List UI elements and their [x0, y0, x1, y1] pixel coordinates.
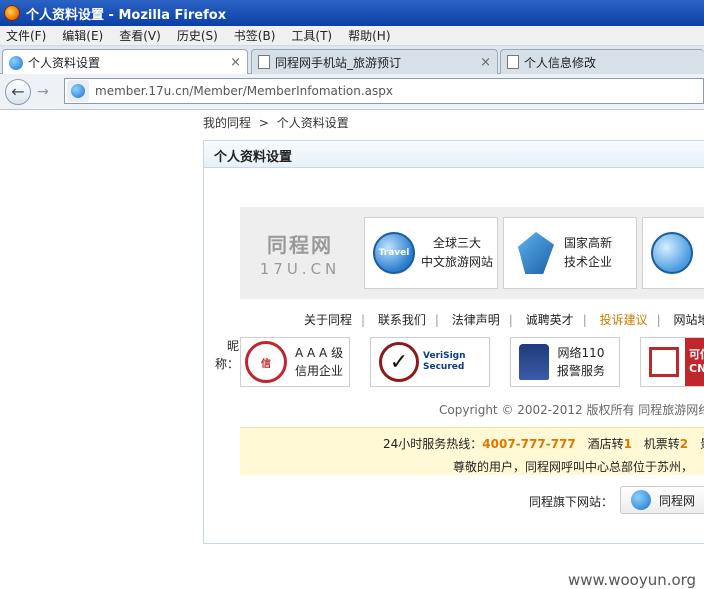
sister-site-button[interactable]: 同程网	[620, 486, 704, 514]
footer-links: 关于同程| 联系我们| 法律声明| 诚聘英才| 投诉建议| 网站地图	[304, 311, 704, 328]
sister-site-label: 同程网	[659, 493, 696, 508]
seal-line2: 信用企业	[295, 364, 344, 378]
badge-line2: 中文旅游网站	[421, 255, 494, 269]
copyright-text: Copyright © 2002-2012 版权所有 同程旅游网络科	[439, 403, 704, 417]
verisign-label1: VeriSign	[423, 351, 466, 361]
tab-strip: 个人资料设置 × 同程网手机站_旅游预订 × 个人信息修改	[0, 46, 704, 75]
menu-tools[interactable]: 工具(T)	[291, 27, 332, 44]
verisign-label2: Secured	[423, 362, 465, 372]
blank-page-icon	[507, 55, 519, 69]
url-bar[interactable]: member.17u.cn/Member/MemberInfomation.as…	[64, 78, 704, 104]
badge-global-top3[interactable]: Travel 全球三大 中文旅游网站	[364, 217, 498, 289]
hotline-row: 24小时服务热线：4007-777-777 酒店转1 机票转2 景点	[383, 435, 704, 452]
cnnic-text: 可信 CNN	[685, 338, 704, 386]
logo-domain: 17U.CN	[259, 259, 341, 278]
tab-close-icon[interactable]: ×	[480, 55, 491, 70]
scenic-label: 景点	[700, 437, 704, 451]
badge-line2: 技术企业	[564, 255, 613, 269]
verisign-check-icon: ✓	[379, 342, 419, 382]
seal-cnnic[interactable]: 可信 CNN	[640, 337, 704, 387]
badge-line1: 国家高新	[564, 236, 613, 250]
menu-bar: 文件(F) 编辑(E) 查看(V) 历史(S) 书签(B) 工具(T) 帮助(H…	[0, 26, 704, 46]
hotline-label: 24小时服务热线：	[383, 437, 483, 451]
nickname-label-1: 昵	[227, 339, 240, 353]
ly-favicon-icon	[9, 55, 23, 70]
window-title: 个人资料设置 - Mozilla Firefox	[26, 7, 227, 23]
url-text: member.17u.cn/Member/MemberInfomation.as…	[95, 84, 393, 98]
link-contact[interactable]: 联系我们	[378, 313, 426, 327]
menu-bookmarks[interactable]: 书签(B)	[234, 27, 276, 44]
cnnic-line2: CNN	[689, 362, 704, 375]
breadcrumb-home[interactable]: 我的同程	[203, 116, 251, 130]
ly-site-icon	[631, 490, 651, 510]
cnnic-line1: 可信	[689, 348, 704, 361]
blank-page-icon	[258, 55, 270, 69]
trust-badges-band: 同程网 17U.CN Travel 全球三大 中文旅游网站 国家高新 技术企业	[240, 207, 704, 299]
nickname-label: 昵 称：	[215, 337, 240, 373]
link-about[interactable]: 关于同程	[304, 313, 352, 327]
hotline-number: 4007-777-777	[482, 437, 576, 451]
travel-globe-icon: Travel	[373, 232, 415, 274]
seal-line2: 报警服务	[557, 364, 606, 378]
profile-panel: 个人资料设置 同程网 17U.CN Travel 全球三大 中文旅游网站 国家高…	[203, 140, 704, 544]
logo-name: 同程网	[267, 232, 333, 257]
site-identity-icon[interactable]	[67, 80, 89, 102]
window-titlebar: 个人资料设置 - Mozilla Firefox	[0, 0, 704, 26]
seal-police-110[interactable]: 网络110 报警服务	[510, 337, 620, 387]
cnnic-icon	[649, 347, 679, 377]
link-legal[interactable]: 法律声明	[452, 313, 500, 327]
flight-ext: 2	[679, 437, 689, 451]
police-icon	[519, 344, 549, 380]
tab-close-icon[interactable]: ×	[230, 55, 241, 70]
seal-verisign[interactable]: ✓ VeriSign Secured	[370, 337, 490, 387]
seal-line1: 网络110	[557, 346, 605, 360]
network-globe-icon	[651, 232, 693, 274]
callcenter-notice: 尊敬的用户，同程网呼叫中心总部位于苏州，	[453, 460, 694, 474]
badge-text: 国家高新 技术企业	[564, 234, 612, 272]
menu-help[interactable]: 帮助(H)	[348, 27, 390, 44]
trust-credit-icon: 信	[245, 341, 287, 383]
forward-button[interactable]: →	[33, 81, 53, 103]
menu-view[interactable]: 查看(V)	[119, 27, 161, 44]
verisign-text: VeriSign Secured	[423, 351, 466, 373]
seal-line1: A A A 级	[295, 346, 344, 360]
menu-file[interactable]: 文件(F)	[6, 27, 46, 44]
hotline-box: 24小时服务热线：4007-777-777 酒店转1 机票转2 景点 尊敬的用户…	[240, 427, 704, 475]
menu-edit[interactable]: 编辑(E)	[62, 27, 103, 44]
tab-label: 个人资料设置	[28, 56, 101, 70]
tab-label: 个人信息修改	[524, 55, 597, 70]
tab-profile-settings[interactable]: 个人资料设置 ×	[2, 49, 248, 75]
navigation-toolbar: ← → member.17u.cn/Member/MemberInfomatio…	[0, 74, 704, 110]
seal-aaa-credit[interactable]: 信 A A A 级 信用企业	[240, 337, 350, 387]
tab-label: 同程网手机站_旅游预订	[275, 55, 402, 70]
link-sitemap[interactable]: 网站地图	[673, 313, 704, 327]
panel-title: 个人资料设置	[204, 141, 704, 168]
badge-text: 全球三大 中文旅游网站	[421, 234, 493, 272]
back-button[interactable]: ←	[5, 78, 31, 105]
hotel-label: 酒店转	[587, 437, 624, 451]
ly-logo: 同程网 17U.CN	[240, 207, 360, 299]
hightech-icon	[518, 232, 554, 274]
badge-line1: 全球三大	[433, 236, 482, 250]
hotel-ext: 1	[623, 437, 632, 451]
breadcrumb-current: 个人资料设置	[276, 116, 349, 130]
link-feedback[interactable]: 投诉建议	[600, 313, 648, 327]
firefox-icon	[4, 5, 20, 21]
link-jobs[interactable]: 诚聘英才	[526, 313, 574, 327]
badge-hightech[interactable]: 国家高新 技术企业	[503, 217, 637, 289]
flight-label: 机票转	[643, 437, 680, 451]
seal-text: 网络110 报警服务	[557, 344, 605, 380]
watermark: www.wooyun.org	[568, 571, 697, 589]
nickname-label-2: 称：	[215, 357, 240, 371]
badge-partial[interactable]	[642, 217, 704, 289]
seal-text: A A A 级 信用企业	[295, 344, 343, 380]
menu-history[interactable]: 历史(S)	[177, 27, 218, 44]
tab-personal-info[interactable]: 个人信息修改	[500, 49, 704, 74]
breadcrumb: 我的同程 > 个人资料设置	[203, 114, 349, 131]
tab-mobile-site[interactable]: 同程网手机站_旅游预订 ×	[251, 49, 498, 74]
page-content: 我的同程 > 个人资料设置 个人资料设置 同程网 17U.CN Travel 全…	[0, 110, 704, 589]
sister-sites-label: 同程旗下网站：	[529, 495, 614, 509]
breadcrumb-separator: >	[258, 116, 269, 130]
